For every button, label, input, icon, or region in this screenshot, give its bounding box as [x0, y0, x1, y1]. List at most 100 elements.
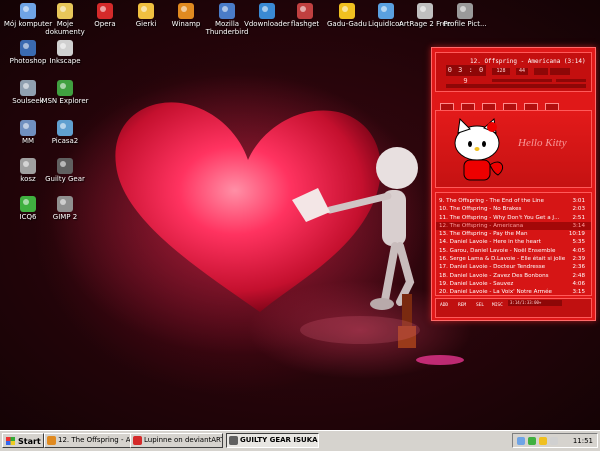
playlist-select-button[interactable]: SEL	[476, 303, 484, 308]
guilty-gear-icon	[57, 158, 73, 174]
gadu-gadu-tray-icon[interactable]	[539, 437, 547, 445]
liquidicon-icon	[378, 3, 394, 19]
playlist-row[interactable]: 17. Daniel Lavoie - Docteur Tendresse 2:3…	[436, 263, 591, 271]
taskbar-button-guilty-gear[interactable]: GUILTY GEAR ISUKA	[226, 433, 319, 448]
seek-bar[interactable]	[446, 84, 586, 88]
guilty-gear-icon	[229, 436, 238, 445]
playlist-row[interactable]: 16. Serge Lama & D.Lavoie - Elle était s…	[436, 255, 591, 263]
desktop-icon-label: ICQ6	[19, 213, 37, 221]
winamp-icon	[47, 436, 56, 445]
playlist-row[interactable]: 19. Daniel Lavoie - Sauvez 4:06	[436, 280, 591, 288]
mm-icon	[20, 120, 36, 136]
taskbar-button-opera[interactable]: Lupinne on deviantART - ...	[130, 433, 223, 448]
desktop-icon-picasa[interactable]: Picasa2	[37, 120, 93, 145]
playlist-track-title: 20. Daniel Lavoie - La Voix' Notre Armée	[439, 289, 553, 296]
playlist-row[interactable]: 10. The Offspring - No Brakes 2:03	[436, 205, 591, 213]
desktop-icon-label: MM	[21, 137, 35, 145]
mono-indicator	[534, 68, 548, 75]
desktop-icon-guilty-gear[interactable]: Guilty Gear	[37, 158, 93, 183]
time-display[interactable]: 0 3 : 0 9	[446, 65, 486, 85]
playlist-add-button[interactable]: ADD	[440, 303, 448, 308]
playlist-track-title: 13. The Offspring - Pay the Man	[439, 231, 528, 238]
taskbar-button-label: 12. The Offspring - Amer...	[58, 436, 136, 444]
playlist-row[interactable]: 12. The Offspring - Americana 3:14	[436, 221, 591, 231]
playlist-track-duration: 10:19	[568, 231, 585, 238]
start-label: Start	[18, 437, 41, 446]
playlist-time-display: 3:14/1:33:00+	[508, 300, 562, 306]
taskbar-button-winamp[interactable]: 12. The Offspring - Amer...	[44, 433, 137, 448]
playlist-track-title: 10. The Offspring - No Brakes	[439, 206, 522, 213]
recycle-bin-icon	[20, 158, 36, 174]
playlist-row[interactable]: 11. The Offspring - Why Don't You Get a …	[436, 214, 591, 222]
playlist-track-duration: 2:39	[572, 256, 585, 263]
clock[interactable]: 11:51	[573, 435, 593, 447]
playlist-track-title: 15. Garou, Daniel Lavoie - Noël Ensemble	[439, 247, 556, 254]
network-tray-icon[interactable]	[517, 437, 525, 445]
taskbar-button-label: Lupinne on deviantART - ...	[144, 436, 223, 444]
desktop-icon-label: Gierki	[135, 20, 157, 28]
desktop-icon-label: Inkscape	[49, 57, 81, 65]
volume-slider[interactable]	[492, 79, 552, 82]
artrage-icon	[417, 3, 433, 19]
desktop-icon-label: Profile Pict...	[443, 20, 487, 28]
playlist-row[interactable]: 14. Daniel Lavoie - Here in the heart 5:3…	[436, 238, 591, 246]
playlist-misc-button[interactable]: MISC	[492, 303, 503, 308]
playlist-track-duration: 5:35	[572, 239, 585, 246]
icq-tray-icon[interactable]	[528, 437, 536, 445]
hello-kitty-figure	[454, 117, 503, 181]
playlist-track-duration: 3:14	[572, 222, 585, 229]
gadu-gadu-icon	[339, 3, 355, 19]
winamp-icon	[178, 3, 194, 19]
playlist[interactable]: 9. The Offspring - The End of the Line 3:…	[435, 192, 592, 296]
winamp-player[interactable]: 12. Offspring - Americana (3:14) 0 3 : 0…	[431, 47, 596, 321]
volume-tray-icon[interactable]	[550, 437, 558, 445]
playlist-row[interactable]: 20. Daniel Lavoie - La Voix' Notre Armée…	[436, 288, 591, 296]
desktop-icon-label: flashget	[290, 20, 320, 28]
desktop-icon-label: Winamp	[171, 20, 201, 28]
now-playing-title: 12. Offspring - Americana (3:14)	[470, 58, 586, 65]
player-main-display: 12. Offspring - Americana (3:14) 0 3 : 0…	[435, 52, 592, 92]
playlist-track-duration: 2:03	[572, 206, 585, 213]
taskbar: Start 12. The Offspring - Amer... Lupinne…	[0, 430, 600, 451]
playlist-track-title: 12. The Offspring - Americana	[439, 222, 524, 229]
msn-explorer-icon	[57, 80, 73, 96]
desktop-icon-label: Picasa2	[51, 137, 79, 145]
photoshop-icon	[20, 40, 36, 56]
playlist-track-title: 11. The Offspring - Why Don't You Get a …	[439, 214, 560, 221]
playlist-track-duration: 2:36	[572, 264, 585, 271]
skin-artwork-area: Hello Kitty	[435, 110, 592, 188]
desktop-icon-profile-picture[interactable]: Profile Pict...	[437, 3, 493, 28]
start-button[interactable]: Start	[2, 433, 44, 448]
windows-logo-icon	[6, 437, 15, 445]
opera-icon	[97, 3, 113, 19]
vdownloader-icon	[259, 3, 275, 19]
desktop-icon-label: Opera	[94, 20, 116, 28]
playlist-track-title: 17. Daniel Lavoie - Docteur Tendresse	[439, 264, 546, 271]
playlist-track-duration: 3:15	[572, 289, 585, 296]
flashget-icon	[297, 3, 313, 19]
playlist-track-duration: 4:06	[572, 280, 585, 287]
playlist-row[interactable]: 18. Daniel Lavoie - Zavez Des Bonbons 2:4…	[436, 272, 591, 280]
playlist-track-title: 9. The Offspring - The End of the Line	[439, 198, 544, 204]
playlist-track-duration: 4:05	[572, 247, 585, 254]
icq-icon	[20, 196, 36, 212]
playlist-remove-button[interactable]: REM	[458, 303, 466, 308]
soulseek-icon	[20, 80, 36, 96]
playlist-row[interactable]: 15. Garou, Daniel Lavoie - Noël Ensemble…	[436, 247, 591, 255]
stereo-indicator	[550, 68, 570, 75]
taskbar-button-label: GUILTY GEAR ISUKA	[240, 436, 318, 444]
playlist-track-duration: 2:51	[572, 214, 585, 221]
khz-display: 44	[516, 68, 528, 75]
desktop-icon-msn-explorer[interactable]: MSN Explorer	[37, 80, 93, 105]
desktop-icon-inkscape[interactable]: Inkscape	[37, 40, 93, 65]
desktop-icon-label: GIMP 2	[52, 213, 78, 221]
playlist-controls: ADD REM SEL MISC 3:14/1:33:00+	[435, 298, 592, 318]
games-folder-icon	[138, 3, 154, 19]
playlist-track-title: 14. Daniel Lavoie - Here in the heart	[439, 239, 541, 246]
balance-slider[interactable]	[556, 79, 586, 82]
skin-title: Hello Kitty	[518, 137, 567, 149]
desktop-icon-gimp[interactable]: GIMP 2	[37, 196, 93, 221]
playlist-row[interactable]: 9. The Offspring - The End of the Line 3:…	[436, 197, 591, 205]
documents-folder-icon	[57, 3, 73, 19]
playlist-row[interactable]: 13. The Offspring - Pay the Man 10:19	[436, 230, 591, 238]
